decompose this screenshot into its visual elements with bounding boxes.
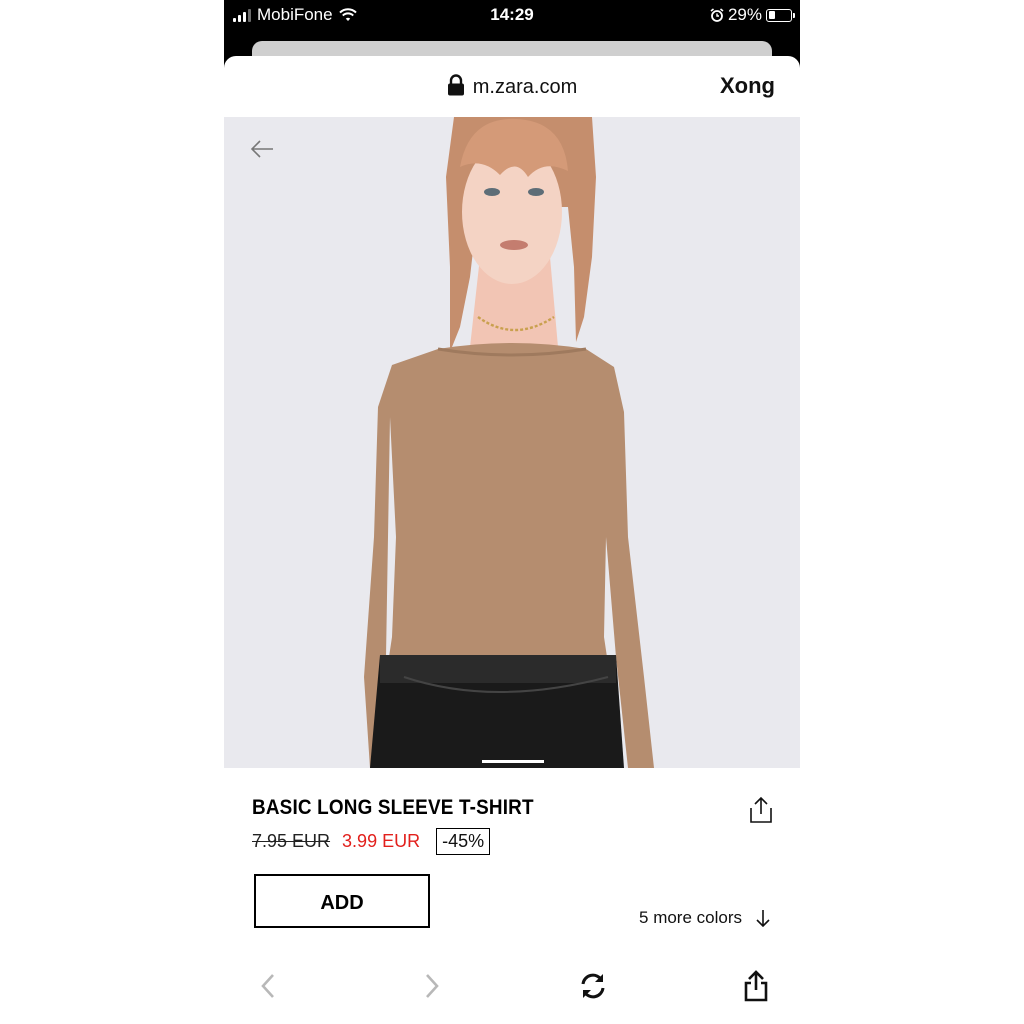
chevron-right-icon[interactable] <box>412 966 452 1006</box>
browser-toolbar <box>224 966 800 1024</box>
product-image[interactable] <box>224 117 800 768</box>
status-right: 29% <box>710 5 795 25</box>
done-button[interactable]: Xong <box>720 73 775 99</box>
more-colors-label: 5 more colors <box>639 908 742 927</box>
sale-price: 3.99 EUR <box>342 831 421 851</box>
share-icon[interactable] <box>736 966 776 1006</box>
price-row: 7.95 EUR 3.99 EUR -45% <box>252 828 491 855</box>
phone-screen: MobiFone 14:29 29% m.zara.com Xong BASIC… <box>224 0 800 1024</box>
refresh-icon[interactable] <box>573 966 613 1006</box>
product-title: BASIC LONG SLEEVE T-SHIRT <box>252 796 534 819</box>
battery-percent: 29% <box>727 5 762 24</box>
arrow-left-icon[interactable] <box>250 139 274 159</box>
browser-sheet: m.zara.com Xong BASIC LONG SLEEVE T-SHIR… <box>224 56 800 1024</box>
discount-badge: -45% <box>436 828 491 855</box>
url-bar: m.zara.com Xong <box>224 56 800 117</box>
arrow-down-icon <box>756 910 770 927</box>
chevron-left-icon[interactable] <box>248 966 288 1006</box>
battery-icon <box>766 8 795 22</box>
add-to-cart-button[interactable]: ADD <box>254 874 430 928</box>
url-text: m.zara.com <box>472 76 578 98</box>
more-colors-link[interactable]: 5 more colors <box>639 908 770 928</box>
model-photo <box>364 117 654 768</box>
old-price: 7.95 EUR <box>252 831 331 851</box>
share-icon[interactable] <box>748 796 774 824</box>
url-display[interactable]: m.zara.com <box>224 74 800 99</box>
alarm-icon <box>710 8 724 22</box>
carousel-indicator <box>482 760 544 763</box>
lock-icon <box>447 74 464 96</box>
status-bar: MobiFone 14:29 29% <box>224 0 800 30</box>
